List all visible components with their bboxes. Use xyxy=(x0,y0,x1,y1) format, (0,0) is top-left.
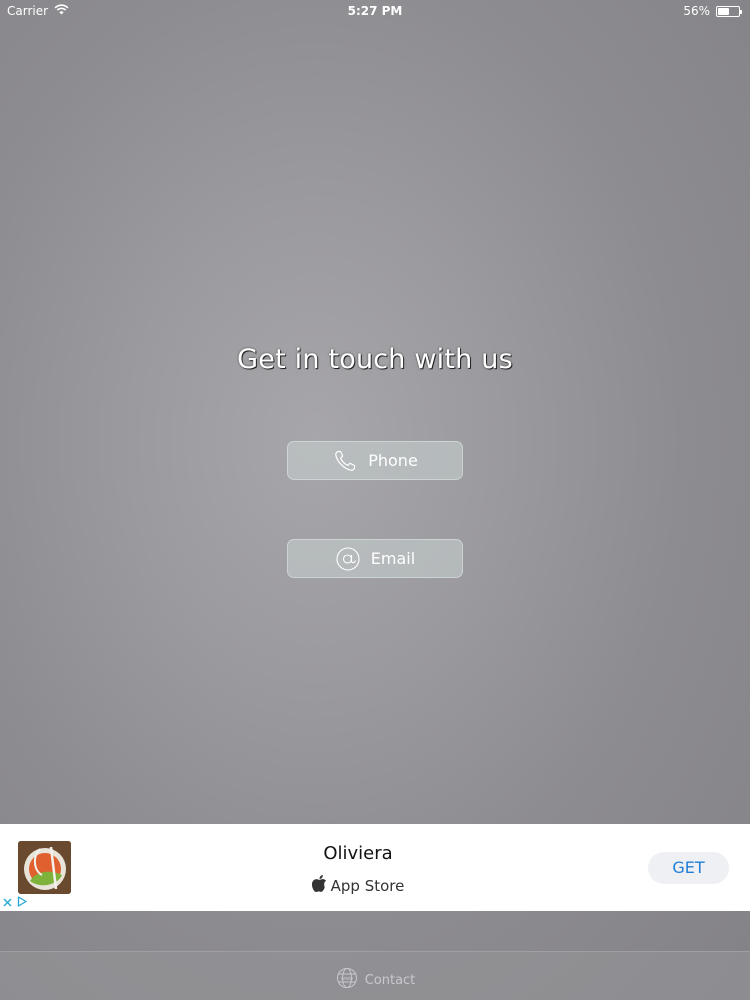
ad-choices-icon[interactable] xyxy=(17,896,27,910)
status-bar: Carrier 5:27 PM 56% xyxy=(0,0,750,22)
page-title: Get in touch with us xyxy=(237,344,513,375)
clock: 5:27 PM xyxy=(347,4,403,18)
svg-text:www: www xyxy=(341,976,353,982)
ad-banner[interactable]: Oliviera App Store GET xyxy=(0,824,750,911)
phone-button-label: Phone xyxy=(368,451,418,470)
apple-icon xyxy=(311,875,327,896)
at-sign-icon xyxy=(335,546,361,572)
email-button-label: Email xyxy=(370,549,416,568)
tab-contact-label: Contact xyxy=(364,972,416,988)
globe-icon: www xyxy=(335,967,359,993)
battery-icon xyxy=(716,5,742,17)
app-store-text: App Store xyxy=(330,876,405,895)
battery-percent: 56% xyxy=(683,4,710,18)
phone-button[interactable]: Phone xyxy=(287,441,463,480)
close-icon[interactable] xyxy=(3,896,12,910)
ad-choices[interactable] xyxy=(3,896,27,910)
battery-level xyxy=(718,7,729,15)
tab-contact[interactable]: www Contact xyxy=(0,967,750,993)
tab-bar: www Contact xyxy=(0,951,750,1000)
status-right: 56% xyxy=(683,4,742,18)
email-button[interactable]: Email xyxy=(287,539,463,578)
ad-app-name: Oliviera xyxy=(323,843,393,864)
ad-store-label: App Store xyxy=(0,875,716,896)
get-button[interactable]: GET xyxy=(648,852,729,884)
phone-icon xyxy=(332,448,358,474)
